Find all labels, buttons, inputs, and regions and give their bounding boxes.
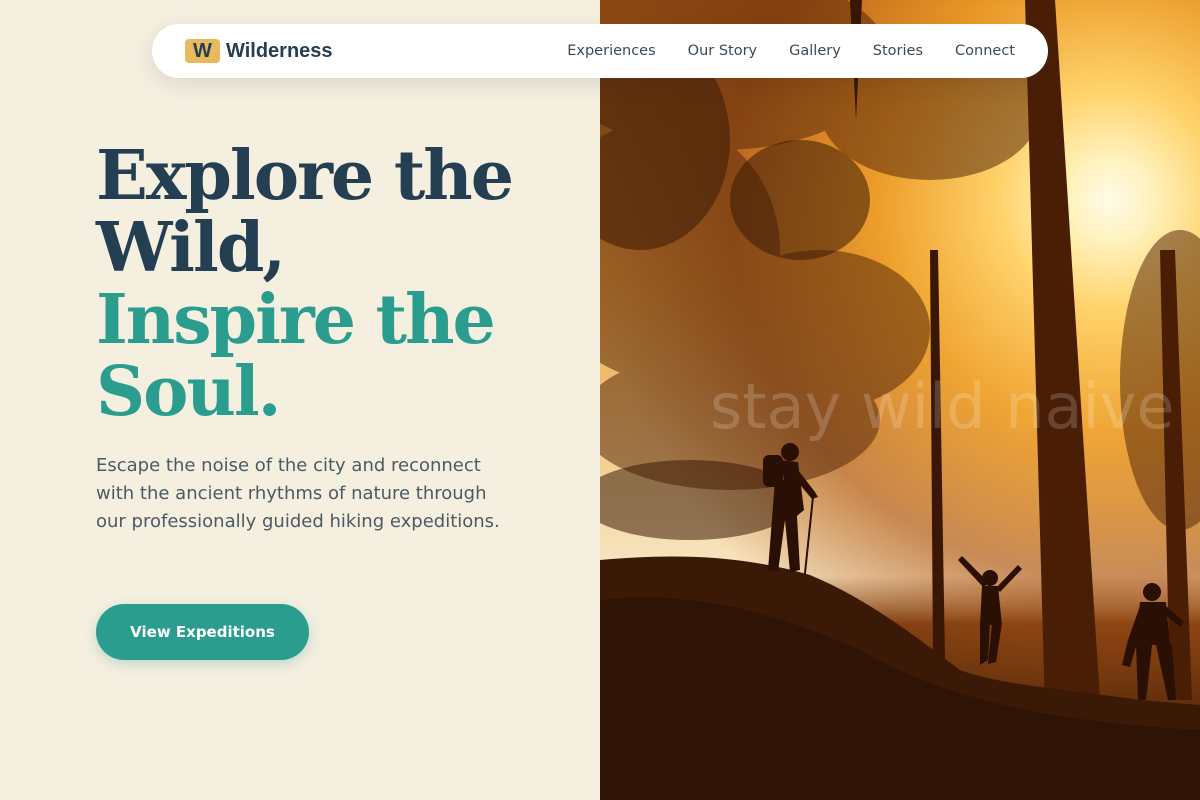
hero-tagline: Escape the noise of the city and reconne… (96, 455, 500, 532)
hero-headline: Explore the Wild, Inspire the Soul. (96, 136, 514, 432)
brand-logo[interactable]: W Wilderness (185, 39, 333, 63)
nav-link-connect[interactable]: Connect (955, 43, 1015, 59)
nav-link-stories[interactable]: Stories (873, 43, 923, 59)
headline-line-2: Wild, (96, 208, 286, 288)
brand-name: Wilderness (226, 39, 333, 62)
headline-line-3: Inspire the (96, 280, 496, 360)
jumping-person-silhouette (958, 556, 1022, 665)
forest-sunset-illustration: stay wild naive (600, 0, 1200, 800)
nav-links: Experiences Our Story Gallery Stories Co… (567, 24, 1015, 78)
view-expeditions-button[interactable]: View Expeditions (96, 604, 309, 660)
nav-link-experiences[interactable]: Experiences (567, 43, 655, 59)
headline-line-4: Soul. (96, 352, 281, 432)
headline-line-1: Explore the (96, 136, 514, 216)
hero-image: stay wild naive (600, 0, 1200, 800)
logo-badge: W (185, 39, 220, 63)
top-navbar: W Wilderness Experiences Our Story Galle… (152, 24, 1048, 78)
nav-link-our-story[interactable]: Our Story (688, 43, 757, 59)
image-watermark: stay wild naive (710, 370, 1175, 443)
nav-link-gallery[interactable]: Gallery (789, 43, 841, 59)
